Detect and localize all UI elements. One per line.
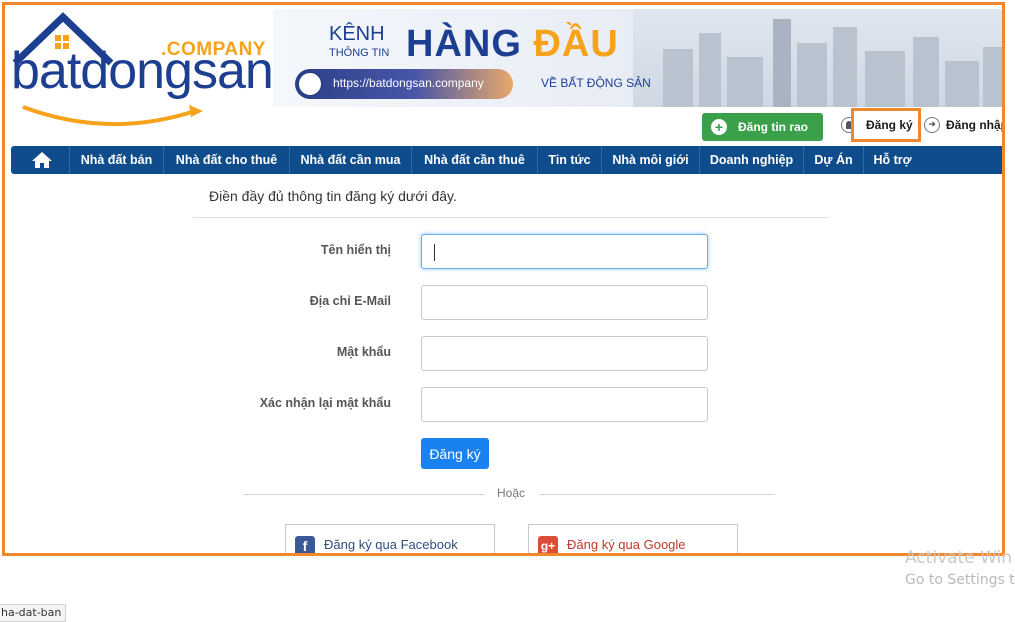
or-text: Hoặc — [497, 486, 526, 500]
banner-dau: ĐẦU — [533, 23, 619, 65]
or-divider-left — [243, 494, 485, 495]
banner-hang: HÀNG — [406, 23, 522, 65]
banner-headline: HÀNG ĐẦU — [406, 23, 619, 66]
register-submit-button[interactable]: Đăng ký — [421, 438, 489, 469]
password-input[interactable] — [421, 336, 708, 371]
email-label: Địa chỉ E-Mail — [309, 294, 391, 308]
main-nav: Nhà đất bán Nhà đất cho thuê Nhà đất cần… — [11, 146, 1002, 174]
nav-doanh-nghiep[interactable]: Doanh nghiệp — [699, 146, 803, 174]
confirm-password-label: Xác nhận lại mật khẩu — [259, 396, 391, 410]
display-name-input[interactable] — [421, 234, 708, 269]
nav-nha-dat-cho-thue[interactable]: Nhà đất cho thuê — [163, 146, 289, 174]
activate-windows-hint: Go to Settings to — [905, 572, 1015, 588]
confirm-password-input[interactable] — [421, 387, 708, 422]
nav-ho-tro[interactable]: Hỗ trợ — [863, 146, 921, 174]
form-divider — [193, 217, 829, 218]
site-logo[interactable]: .COMPANY batdongsan — [9, 9, 274, 137]
nav-tin-tuc[interactable]: Tin tức — [537, 146, 601, 174]
text-caret — [434, 244, 435, 261]
nav-du-an[interactable]: Dự Án — [803, 146, 863, 174]
banner-thongtin: THÔNG TIN — [329, 47, 390, 59]
facebook-register-label: Đăng ký qua Facebook — [324, 537, 458, 552]
login-link[interactable]: Đăng nhập — [946, 118, 1002, 132]
activate-windows-watermark: Activate Win — [905, 548, 1013, 568]
form-intro: Điền đầy đủ thông tin đăng ký dưới đây. — [209, 188, 457, 204]
register-link[interactable]: Đăng ký — [851, 108, 921, 142]
or-divider-right — [539, 494, 775, 495]
banner-url-pill: https://batdongsan.company — [295, 69, 513, 99]
facebook-icon: f — [295, 536, 315, 553]
password-label: Mật khẩu — [336, 345, 391, 359]
nav-nha-dat-can-mua[interactable]: Nhà đất cần mua — [289, 146, 411, 174]
google-register-label: Đăng ký qua Google — [567, 537, 686, 552]
register-link-label: Đăng ký — [866, 118, 913, 132]
google-register-button[interactable]: g+ Đăng ký qua Google — [528, 524, 738, 553]
nav-home[interactable] — [11, 146, 69, 174]
banner-kenh: KÊNH — [329, 23, 385, 45]
login-icon: ➜ — [924, 117, 940, 133]
facebook-register-button[interactable]: f Đăng ký qua Facebook — [285, 524, 495, 553]
globe-icon — [297, 71, 323, 97]
logo-wordmark: batdongsan — [11, 42, 274, 100]
nav-nha-dat-ban[interactable]: Nhà đất bán — [69, 146, 163, 174]
banner-subtitle: VỀ BẤT ĐỘNG SẢN — [541, 76, 651, 90]
page-frame: .COMPANY batdongsan KÊNH THÔNG TIN HÀNG … — [2, 2, 1005, 556]
city-skyline — [633, 9, 1002, 107]
post-listing-label: Đăng tin rao — [738, 120, 809, 134]
google-plus-icon: g+ — [538, 536, 558, 553]
logo-smile-swoosh — [22, 105, 203, 126]
banner-url: https://batdongsan.company — [333, 76, 484, 90]
email-input[interactable] — [421, 285, 708, 320]
header-banner: KÊNH THÔNG TIN HÀNG ĐẦU https://batdongs… — [273, 9, 1002, 107]
post-listing-button[interactable]: + Đăng tin rao — [702, 113, 823, 141]
nav-nha-moi-gioi[interactable]: Nhà môi giới — [601, 146, 699, 174]
status-bar-url: ha-dat-ban — [0, 604, 67, 622]
home-icon — [32, 152, 52, 168]
display-name-label: Tên hiển thị — [320, 243, 391, 257]
nav-nha-dat-can-thue[interactable]: Nhà đất cần thuê — [411, 146, 537, 174]
plus-circle-icon: + — [711, 119, 727, 135]
